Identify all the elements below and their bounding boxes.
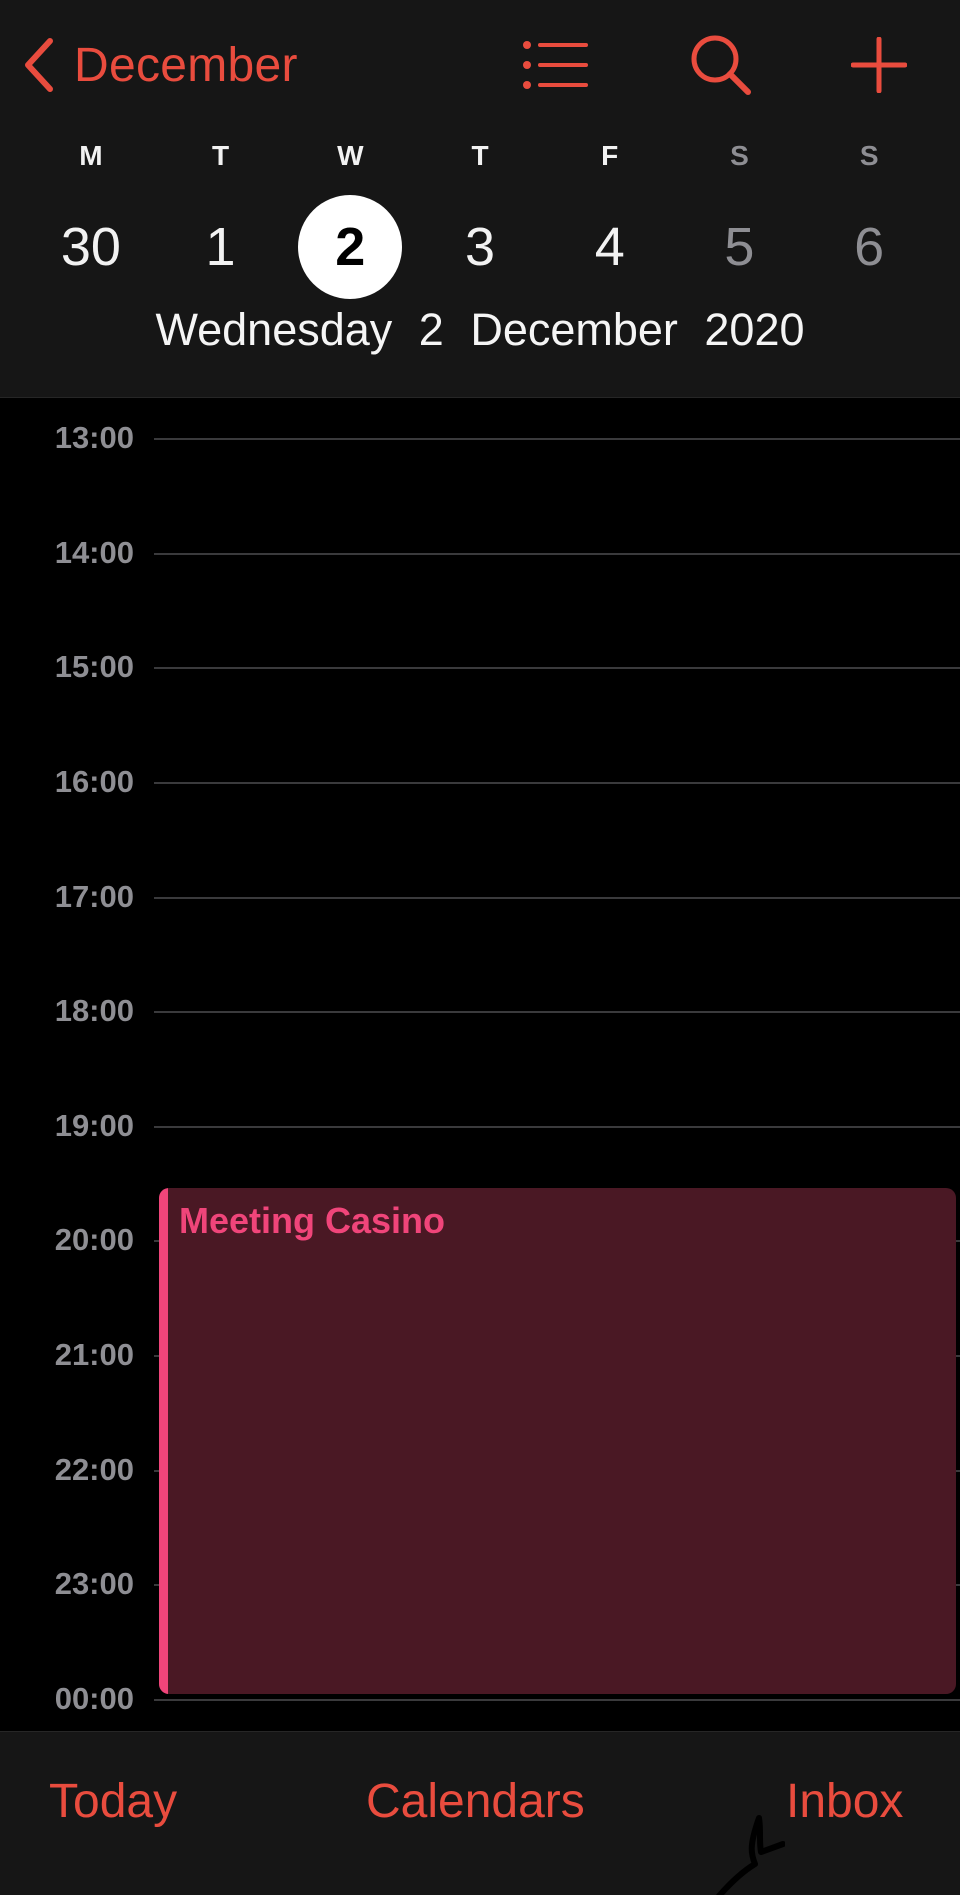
calendars-button[interactable]: Calendars: [366, 1774, 585, 1829]
list-view-button[interactable]: [518, 30, 592, 104]
bottom-toolbar: Today Calendars Inbox: [0, 1731, 960, 1895]
plus-icon: [850, 36, 908, 98]
weekday-label: S: [859, 140, 879, 171]
hour-label: 20:00: [54, 1222, 134, 1257]
weekday-header-row: M T W T F S S: [26, 140, 934, 172]
day-number: 30: [60, 217, 121, 277]
hour-label: 18:00: [54, 993, 134, 1028]
today-button[interactable]: Today: [49, 1774, 177, 1829]
hour-label: 22:00: [54, 1452, 134, 1487]
hour-gridline: [154, 1126, 960, 1128]
hour-label: 15:00: [54, 649, 134, 684]
hour-row: 13:00: [0, 418, 960, 458]
hour-gridline: [154, 1699, 960, 1701]
weekday-label: W: [337, 140, 364, 171]
day-cell[interactable]: 4: [545, 194, 675, 300]
inbox-button[interactable]: Inbox: [786, 1774, 903, 1829]
hour-gridline: [154, 782, 960, 784]
hour-row: 19:00: [0, 1106, 960, 1146]
hour-gridline: [154, 1011, 960, 1013]
selected-full-date: Wednesday 2 December 2020: [155, 304, 805, 355]
hour-label: 14:00: [54, 535, 134, 570]
day-timeline[interactable]: 13:00 14:00 15:00 16:00 17:00 18:00 19:0…: [0, 398, 960, 1730]
day-number: 3: [464, 217, 496, 277]
hour-row: 17:00: [0, 877, 960, 917]
day-cell[interactable]: 6: [804, 194, 934, 300]
hour-row: 14:00: [0, 533, 960, 573]
hour-label: 13:00: [54, 420, 134, 455]
event-meeting-casino[interactable]: Meeting Casino: [159, 1188, 956, 1694]
back-button-label: December: [74, 38, 298, 92]
event-color-bar: [159, 1188, 168, 1694]
weekday-label: T: [471, 140, 489, 171]
hour-label: 21:00: [54, 1337, 134, 1372]
weekday-label: M: [79, 140, 103, 171]
day-cell[interactable]: 1: [156, 194, 286, 300]
weekday-label: F: [601, 140, 619, 171]
day-cell[interactable]: 30: [26, 194, 156, 300]
add-event-button[interactable]: [842, 30, 916, 104]
search-icon: [689, 33, 753, 102]
week-date-strip: 30 1 2 3 4 5 6: [26, 194, 934, 300]
event-title: Meeting Casino: [179, 1200, 446, 1241]
hour-label: 00:00: [54, 1681, 134, 1716]
hour-gridline: [154, 897, 960, 899]
hour-row: 18:00: [0, 991, 960, 1031]
list-icon: [522, 40, 588, 95]
weekday-label: T: [212, 140, 230, 171]
day-number: 1: [205, 217, 236, 277]
hour-label: 17:00: [54, 879, 134, 914]
search-button[interactable]: [684, 30, 758, 104]
day-cell[interactable]: 5: [675, 194, 805, 300]
hour-label: 16:00: [54, 764, 134, 799]
day-number: 6: [854, 217, 885, 277]
hour-label: 23:00: [54, 1566, 134, 1601]
calendar-header: December M T W T F S S 30 1 2 3 4 5 6 We…: [0, 0, 960, 398]
back-to-month-button[interactable]: December: [22, 32, 298, 98]
hour-gridline: [154, 553, 960, 555]
day-number: 4: [594, 217, 625, 277]
hour-gridline: [154, 667, 960, 669]
chevron-left-icon: [22, 37, 56, 93]
weekday-label: S: [730, 140, 749, 171]
calendar-app: December M T W T F S S 30 1 2 3 4 5 6 We…: [0, 0, 960, 1895]
day-cell[interactable]: 3: [415, 194, 545, 300]
day-cell-selected[interactable]: 2: [285, 194, 415, 300]
pen-scribble-mark: [715, 1808, 786, 1895]
selected-day-number: 2: [298, 195, 403, 299]
hour-row: 16:00: [0, 762, 960, 802]
hour-row: 15:00: [0, 647, 960, 687]
hour-label: 19:00: [54, 1108, 134, 1143]
hour-gridline: [154, 438, 960, 440]
day-number: 5: [724, 217, 755, 277]
